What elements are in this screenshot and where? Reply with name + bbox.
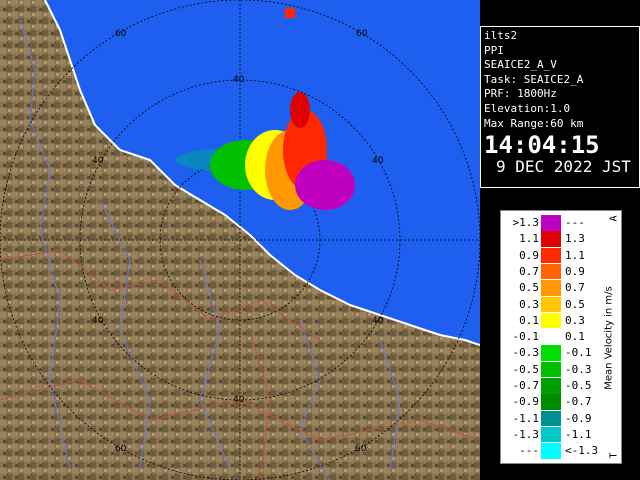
legend-swatch	[541, 361, 561, 378]
task-name: Task: SEAICE2_A	[484, 72, 584, 86]
legend-swatch	[541, 426, 561, 443]
legend-swatch	[541, 378, 561, 394]
legend-low-value: -0.5	[512, 362, 540, 376]
svg-text:40: 40	[92, 316, 104, 326]
svg-text:40: 40	[372, 316, 384, 326]
legend-swatch	[541, 443, 561, 459]
radar-ppi-map[interactable]: 60 40 40 40 40 40 60 60 60 40	[0, 0, 480, 480]
svg-text:60: 60	[356, 29, 368, 39]
legend-high-value: 0.7	[565, 281, 585, 295]
legend-high-value: -0.9	[565, 411, 592, 425]
legend-low-value: 0.9	[519, 248, 539, 262]
legend-high-value: 1.1	[565, 248, 585, 262]
legend-swatch	[541, 280, 561, 296]
scan-mode: PPI	[484, 43, 504, 57]
legend-corner-top: A	[608, 215, 620, 222]
legend-high-value: 0.5	[565, 297, 585, 311]
legend-high-value: <-1.3	[565, 444, 599, 458]
svg-text:40: 40	[372, 156, 384, 166]
legend-swatch	[541, 329, 561, 345]
legend-low-value: -0.7	[512, 379, 540, 392]
legend-low-value: 0.7	[519, 264, 539, 278]
legend-swatch	[541, 231, 561, 247]
scan-date: 9 DEC 2022 JST	[496, 157, 631, 177]
legend-low-value: -0.3	[512, 346, 540, 360]
legend-high-value: -0.3	[565, 362, 592, 376]
legend-swatch	[541, 394, 561, 410]
legend-high-value: 0.1	[565, 330, 585, 344]
svg-text:60: 60	[115, 444, 127, 454]
legend-high-value: ---	[565, 216, 585, 229]
max-range-value: Max Range:60 km	[484, 116, 584, 130]
legend-swatch	[541, 263, 561, 280]
legend-corner-bottom: T	[608, 452, 620, 459]
svg-text:60: 60	[355, 444, 367, 454]
radar-info-panel: ilts2 PPI SEAICE2_A_V Task: SEAICE2_A PR…	[480, 26, 640, 188]
svg-text:40: 40	[92, 156, 104, 166]
legend-high-value: 0.3	[565, 313, 585, 327]
legend-high-value: -0.7	[565, 395, 592, 409]
legend-low-value: -1.3	[512, 427, 540, 441]
prf-value: PRF: 1800Hz	[484, 87, 557, 101]
legend-low-value: 1.1	[519, 232, 539, 246]
legend-low-value: -0.9	[512, 395, 540, 409]
legend-high-value: 0.9	[565, 264, 585, 278]
legend-low-value: >1.3	[512, 216, 540, 229]
legend-high-value: -1.1	[565, 427, 592, 441]
scan-time: 14:04:15	[484, 131, 600, 160]
legend-swatch	[541, 215, 561, 231]
legend-low-value: 0.5	[519, 281, 539, 295]
legend-swatch	[541, 296, 561, 312]
legend-low-value: -1.1	[512, 411, 540, 425]
legend-swatch	[541, 312, 561, 329]
legend-high-value: -0.5	[565, 379, 592, 392]
site-name: ilts2	[484, 29, 518, 42]
svg-text:40: 40	[233, 75, 245, 85]
legend-swatch	[541, 247, 561, 264]
legend-low-value: -0.1	[512, 330, 540, 344]
svg-text:60: 60	[115, 29, 127, 39]
product-name: SEAICE2_A_V	[484, 58, 557, 72]
legend-swatch	[541, 410, 561, 427]
legend-high-value: 1.3	[565, 232, 585, 246]
legend-low-value: 0.1	[519, 313, 539, 327]
legend-low-value: ---	[519, 444, 539, 458]
legend-low-value: 0.3	[519, 297, 539, 311]
velocity-legend: >1.3 --- 1.1 1.3 0.9 1.1 0.7 0.9 0.5 0.7 0.3 0.5 0.1…	[500, 210, 622, 464]
legend-swatch	[541, 345, 561, 361]
range-label-south: 40	[233, 395, 245, 405]
elevation-value: Elevation:1.0	[484, 101, 571, 115]
legend-axis-label: Mean Velocity in m/s	[603, 286, 615, 390]
legend-high-value: -0.1	[565, 346, 592, 360]
